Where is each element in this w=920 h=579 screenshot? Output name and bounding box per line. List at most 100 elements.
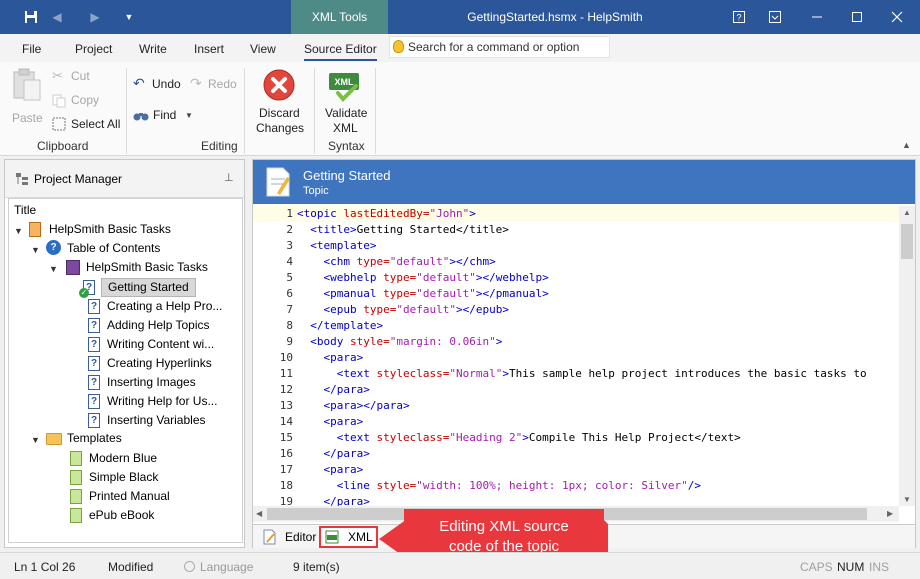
- code-line[interactable]: 3 <template>: [253, 238, 899, 254]
- back-icon[interactable]: ◀: [48, 8, 66, 26]
- tree-item-topic[interactable]: ? Inserting Variables: [83, 411, 223, 430]
- scroll-right-icon[interactable]: ▶: [887, 509, 893, 518]
- tree-item-topic[interactable]: ? Inserting Images: [83, 373, 223, 392]
- topic-icon: ?: [88, 375, 100, 390]
- expand-toggle[interactable]: ▼: [31, 245, 40, 255]
- command-search-input[interactable]: Search for a command or option: [389, 36, 610, 58]
- code-line[interactable]: 19 </para>: [253, 494, 899, 506]
- discard-icon: [263, 69, 295, 101]
- expand-toggle[interactable]: ▼: [49, 264, 58, 274]
- tab-source-editor[interactable]: Source Editor: [304, 42, 377, 61]
- tree-item-templates[interactable]: Templates: [67, 429, 122, 448]
- code-line[interactable]: 5 <webhelp type="default"></webhelp>: [253, 270, 899, 286]
- redo-button[interactable]: ↷ Redo: [190, 75, 245, 96]
- code-line[interactable]: 13 <para></para>: [253, 398, 899, 414]
- tree-item-topic[interactable]: ? Adding Help Topics: [83, 316, 223, 335]
- line-number: 2: [286, 223, 293, 236]
- select-all-button[interactable]: Select All: [52, 116, 124, 136]
- forward-icon[interactable]: ▶: [86, 8, 104, 26]
- help-icon[interactable]: ?: [722, 0, 756, 34]
- maximize-icon[interactable]: [840, 0, 874, 34]
- line-number: 7: [286, 303, 293, 316]
- code-line[interactable]: 4 <chm type="default"></chm>: [253, 254, 899, 270]
- code-line[interactable]: 15 <text styleclass="Heading 2">Compile …: [253, 430, 899, 446]
- xml-tag-end: ></webhelp>: [475, 271, 549, 284]
- code-line[interactable]: 18 <line style="width: 100%; height: 1px…: [253, 478, 899, 494]
- tree-item-template[interactable]: Printed Manual: [65, 487, 215, 506]
- scroll-down-icon[interactable]: ▼: [903, 495, 911, 504]
- code-line[interactable]: 11 <text styleclass="Normal">This sample…: [253, 366, 899, 382]
- tree-item-topic[interactable]: ? Creating a Help Pro...: [83, 297, 223, 316]
- customize-dropdown-icon[interactable]: ▼: [120, 8, 138, 26]
- code-line[interactable]: 1 <topic lastEditedBy="John">: [253, 206, 899, 222]
- validate-xml-button[interactable]: XML Validate XML: [320, 66, 374, 138]
- tab-file[interactable]: File: [22, 42, 41, 56]
- tree-item-template[interactable]: ePub eBook: [65, 506, 215, 525]
- xml-source-editor[interactable]: 1 <topic lastEditedBy="John"> 2 <title>Get…: [253, 206, 899, 506]
- tab-view[interactable]: View: [250, 42, 276, 56]
- code-line[interactable]: 9 <body style="margin: 0.06in">: [253, 334, 899, 350]
- select-all-icon: [52, 117, 66, 131]
- cut-button[interactable]: ✂ Cut: [52, 68, 122, 88]
- xml-tag: <topic: [297, 207, 344, 220]
- tree-item-root[interactable]: HelpSmith Basic Tasks: [49, 220, 171, 239]
- project-manager-icon: [16, 173, 28, 185]
- code-line[interactable]: 17 <para>: [253, 462, 899, 478]
- pin-icon[interactable]: ⊥: [224, 171, 234, 184]
- xml-tag: <pmanual: [323, 287, 384, 300]
- tree-item-toc[interactable]: Table of Contents: [67, 239, 160, 258]
- language-status[interactable]: Language: [200, 560, 253, 574]
- line-number: 10: [279, 351, 293, 364]
- close-icon[interactable]: [880, 0, 914, 34]
- topic-document-icon: [266, 167, 290, 197]
- minimize-icon[interactable]: [800, 0, 834, 34]
- num-indicator: NUM: [837, 560, 865, 574]
- tree-item-template[interactable]: Modern Blue: [65, 449, 215, 468]
- topic-editor-panel: Getting Started Topic 1 <topic lastEdited…: [252, 159, 916, 548]
- code-line[interactable]: 14 <para>: [253, 414, 899, 430]
- tree-item-template[interactable]: Simple Black: [65, 468, 215, 487]
- tab-project[interactable]: Project: [75, 42, 112, 56]
- expand-toggle[interactable]: ▼: [31, 435, 40, 445]
- expand-toggle[interactable]: ▼: [14, 226, 23, 236]
- code-line[interactable]: 12 </para>: [253, 382, 899, 398]
- tree-item-topic[interactable]: ? Writing Help for Us...: [83, 392, 223, 411]
- code-line[interactable]: 7 <epub type="default"></epub>: [253, 302, 899, 318]
- copy-button[interactable]: Copy: [52, 92, 122, 112]
- tree-item-book[interactable]: HelpSmith Basic Tasks: [86, 258, 208, 277]
- code-line[interactable]: 8 </template>: [253, 318, 899, 334]
- scroll-thumb[interactable]: [901, 224, 913, 259]
- tab-editor[interactable]: Editor: [261, 527, 321, 547]
- redo-icon: ↷: [190, 75, 202, 91]
- line-number: 14: [279, 415, 293, 428]
- scroll-left-icon[interactable]: ◀: [256, 509, 262, 518]
- code-line[interactable]: 10 <para>: [253, 350, 899, 366]
- ins-indicator: INS: [869, 560, 890, 574]
- xml-attribute-value: "width: 100%; height: 1px; color: Silver…: [416, 479, 688, 492]
- tree-item-topic[interactable]: ? Writing Content wi...: [83, 335, 223, 354]
- collapse-ribbon-icon[interactable]: ▲: [902, 140, 911, 150]
- tab-insert[interactable]: Insert: [194, 42, 224, 56]
- tree-item-topic[interactable]: ? Creating Hyperlinks: [83, 354, 223, 373]
- discard-changes-button[interactable]: Discard Changes: [250, 66, 308, 138]
- scroll-up-icon[interactable]: ▲: [903, 208, 911, 217]
- undo-button[interactable]: ↶ Undo: [133, 75, 188, 96]
- find-button[interactable]: Find ▼: [133, 107, 203, 127]
- code-line[interactable]: 16 </para>: [253, 446, 899, 462]
- tree-item-topic[interactable]: ? ✓ Getting Started: [79, 278, 223, 298]
- validate-label-line2: XML: [333, 121, 358, 135]
- project-tree[interactable]: Title ▼ HelpSmith Basic Tasks ▼ ? Table …: [8, 198, 243, 543]
- tab-xml[interactable]: XML: [319, 526, 378, 548]
- code-line[interactable]: 6 <pmanual type="default"></pmanual>: [253, 286, 899, 302]
- paste-button[interactable]: Paste: [8, 68, 46, 128]
- save-icon[interactable]: [22, 8, 40, 26]
- code-line[interactable]: 2 <title>Getting Started</title>: [253, 222, 899, 238]
- topic-icon: ?: [88, 299, 100, 314]
- tab-write[interactable]: Write: [139, 42, 167, 56]
- vertical-scrollbar[interactable]: ▲ ▼: [899, 206, 915, 506]
- line-number: 17: [279, 463, 293, 476]
- ribbon-display-icon[interactable]: [758, 0, 792, 34]
